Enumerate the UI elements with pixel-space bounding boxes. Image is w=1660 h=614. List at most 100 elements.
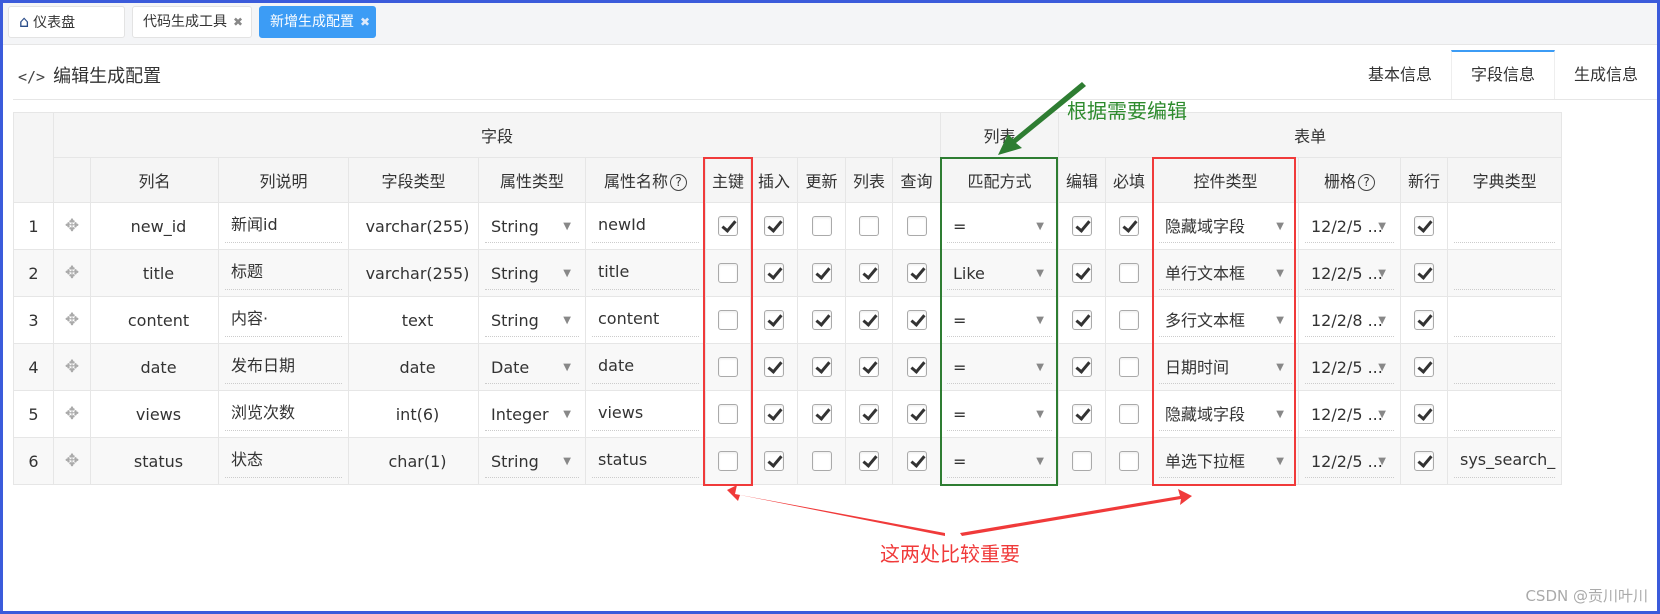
pk-checkbox[interactable]: [718, 263, 738, 284]
java-field-input[interactable]: status: [592, 444, 699, 478]
col-comment-input[interactable]: 标题: [225, 256, 342, 290]
update-checkbox[interactable]: [811, 451, 832, 472]
insert-checkbox[interactable]: [764, 263, 784, 284]
dict-type-input[interactable]: [1454, 209, 1556, 243]
nav-tab-codegen[interactable]: 代码生成工具 ✖: [132, 6, 252, 38]
required-checkbox[interactable]: [1119, 216, 1139, 237]
html-type-select[interactable]: 隐藏域字段 ▼: [1159, 209, 1292, 243]
move-icon[interactable]: ✥: [65, 357, 79, 377]
pk-checkbox[interactable]: [718, 310, 738, 331]
grid-select[interactable]: 12/2/5 ... ▼: [1305, 444, 1394, 478]
grid-select[interactable]: 12/2/5 ... ▼: [1305, 209, 1394, 243]
tab-gen-info[interactable]: 生成信息: [1555, 50, 1657, 100]
query-checkbox[interactable]: [906, 451, 927, 472]
drag-handle[interactable]: ✥: [53, 437, 91, 485]
new-row-checkbox[interactable]: [1414, 404, 1434, 425]
list-checkbox[interactable]: [859, 404, 879, 425]
list-checkbox[interactable]: [859, 310, 879, 331]
grid-select[interactable]: 12/2/5 ... ▼: [1305, 397, 1394, 431]
new-row-checkbox[interactable]: [1414, 357, 1434, 378]
query-type-select[interactable]: = ▼: [947, 209, 1052, 243]
java-type-select[interactable]: String ▼: [485, 444, 579, 478]
pk-checkbox[interactable]: [718, 216, 738, 237]
grid-select[interactable]: 12/2/8 ... ▼: [1305, 303, 1394, 337]
new-row-checkbox[interactable]: [1414, 451, 1434, 472]
query-type-select[interactable]: = ▼: [947, 303, 1052, 337]
drag-handle[interactable]: ✥: [53, 343, 91, 391]
drag-handle[interactable]: ✥: [53, 249, 91, 297]
drag-handle[interactable]: ✥: [53, 390, 91, 438]
update-checkbox[interactable]: [811, 357, 832, 378]
insert-checkbox[interactable]: [764, 404, 784, 425]
query-checkbox[interactable]: [906, 216, 927, 237]
pk-checkbox[interactable]: [718, 451, 738, 472]
html-type-select[interactable]: 多行文本框 ▼: [1159, 303, 1292, 337]
dict-type-input[interactable]: [1454, 397, 1556, 431]
html-type-select[interactable]: 单选下拉框 ▼: [1159, 444, 1292, 478]
nav-tab-dashboard[interactable]: ⌂ 仪表盘: [8, 6, 125, 38]
list-checkbox[interactable]: [859, 357, 879, 378]
required-checkbox[interactable]: [1119, 404, 1139, 425]
insert-checkbox[interactable]: [764, 310, 784, 331]
edit-checkbox[interactable]: [1072, 404, 1092, 425]
new-row-checkbox[interactable]: [1414, 310, 1434, 331]
list-checkbox[interactable]: [859, 451, 879, 472]
grid-select[interactable]: 12/2/5 ... ▼: [1305, 350, 1394, 384]
java-field-input[interactable]: content: [592, 303, 699, 337]
java-type-select[interactable]: String ▼: [485, 303, 579, 337]
java-type-select[interactable]: Integer ▼: [485, 397, 579, 431]
java-field-input[interactable]: title: [592, 256, 699, 290]
html-type-select[interactable]: 单行文本框 ▼: [1159, 256, 1292, 290]
move-icon[interactable]: ✥: [65, 263, 79, 283]
close-icon[interactable]: ✖: [360, 15, 370, 29]
pk-checkbox[interactable]: [718, 404, 738, 425]
java-type-select[interactable]: String ▼: [485, 209, 579, 243]
java-field-input[interactable]: date: [592, 350, 699, 384]
update-checkbox[interactable]: [811, 310, 832, 331]
col-comment-input[interactable]: 发布日期: [225, 350, 342, 384]
tab-field-info[interactable]: 字段信息: [1451, 50, 1555, 100]
drag-handle[interactable]: ✥: [53, 296, 91, 344]
query-type-select[interactable]: = ▼: [947, 444, 1052, 478]
update-checkbox[interactable]: [811, 216, 832, 237]
edit-checkbox[interactable]: [1072, 451, 1092, 472]
list-checkbox[interactable]: [859, 263, 879, 284]
update-checkbox[interactable]: [811, 263, 832, 284]
new-row-checkbox[interactable]: [1414, 216, 1434, 237]
move-icon[interactable]: ✥: [65, 451, 79, 471]
move-icon[interactable]: ✥: [65, 216, 79, 236]
help-icon[interactable]: ?: [1358, 174, 1375, 191]
col-comment-input[interactable]: 新闻id: [225, 209, 342, 243]
move-icon[interactable]: ✥: [65, 310, 79, 330]
edit-checkbox[interactable]: [1072, 216, 1092, 237]
col-comment-input[interactable]: 状态: [225, 444, 342, 478]
required-checkbox[interactable]: [1119, 263, 1139, 284]
required-checkbox[interactable]: [1119, 451, 1139, 472]
html-type-select[interactable]: 日期时间 ▼: [1159, 350, 1292, 384]
insert-checkbox[interactable]: [764, 357, 784, 378]
pk-checkbox[interactable]: [718, 357, 738, 378]
required-checkbox[interactable]: [1119, 357, 1139, 378]
new-row-checkbox[interactable]: [1414, 263, 1434, 284]
move-icon[interactable]: ✥: [65, 404, 79, 424]
java-type-select[interactable]: String ▼: [485, 256, 579, 290]
java-type-select[interactable]: Date ▼: [485, 350, 579, 384]
edit-checkbox[interactable]: [1072, 310, 1092, 331]
query-checkbox[interactable]: [906, 310, 927, 331]
grid-select[interactable]: 12/2/5 ... ▼: [1305, 256, 1394, 290]
dict-type-input[interactable]: [1454, 350, 1556, 384]
help-icon[interactable]: ?: [670, 174, 687, 191]
query-checkbox[interactable]: [906, 263, 927, 284]
java-field-input[interactable]: views: [592, 397, 699, 431]
update-checkbox[interactable]: [811, 404, 832, 425]
html-type-select[interactable]: 隐藏域字段 ▼: [1159, 397, 1292, 431]
list-checkbox[interactable]: [859, 216, 879, 237]
query-type-select[interactable]: = ▼: [947, 350, 1052, 384]
java-field-input[interactable]: newId: [592, 209, 699, 243]
col-comment-input[interactable]: 内容·: [225, 303, 342, 337]
dict-type-input[interactable]: [1454, 303, 1556, 337]
edit-checkbox[interactable]: [1072, 357, 1092, 378]
tab-basic-info[interactable]: 基本信息: [1349, 50, 1451, 100]
col-comment-input[interactable]: 浏览次数: [225, 397, 342, 431]
query-checkbox[interactable]: [906, 404, 927, 425]
